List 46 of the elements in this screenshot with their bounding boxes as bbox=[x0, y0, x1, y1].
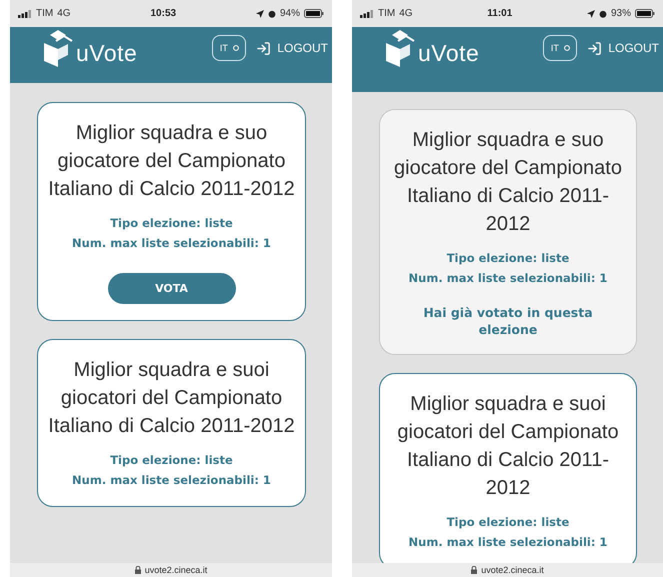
language-select[interactable]: IT bbox=[212, 35, 246, 61]
election-title: Miglior squadra e suoi giocatori del Campionato Italiano di Calcio 2011-2012 bbox=[48, 358, 295, 439]
signal-icon bbox=[360, 10, 374, 18]
logout-link[interactable]: LOGOUT bbox=[587, 40, 659, 56]
election-type: Tipo elezione: liste bbox=[446, 514, 570, 531]
election-title: Miglior squadra e suo giocatore del Campionato Italiano di Calcio 2011-2012 bbox=[393, 128, 623, 237]
ballot-box-icon bbox=[384, 29, 416, 67]
vote-button[interactable]: VOTA bbox=[108, 273, 236, 304]
signal-icon bbox=[18, 10, 32, 18]
carrier-text: TIM bbox=[36, 8, 54, 19]
alarm-icon bbox=[598, 10, 607, 18]
election-type: Tipo elezione: liste bbox=[446, 250, 570, 267]
max-lists-text: Num. max liste selezionabili: 1 bbox=[408, 270, 608, 287]
election-type: Tipo elezione: liste bbox=[110, 215, 233, 232]
alarm-icon bbox=[268, 10, 276, 18]
logout-icon bbox=[587, 40, 602, 56]
max-lists-text: Num. max liste selezionabili: 1 bbox=[408, 534, 608, 551]
location-arrow-icon bbox=[256, 10, 264, 18]
max-lists-text: Num. max liste selezionabili: 1 bbox=[72, 472, 271, 489]
clock-time: 10:53 bbox=[150, 8, 176, 19]
language-select[interactable]: IT bbox=[543, 35, 578, 61]
battery-icon bbox=[634, 9, 655, 18]
lock-icon bbox=[471, 566, 478, 574]
network-text: 4G bbox=[57, 8, 71, 19]
clock-time: 11:01 bbox=[487, 8, 512, 19]
battery-percent: 94% bbox=[280, 8, 300, 19]
logout-icon bbox=[256, 40, 272, 56]
url-text: uvote2.cineca.it bbox=[481, 565, 544, 575]
app-logo-text: uVote bbox=[76, 40, 138, 67]
lock-icon bbox=[134, 566, 141, 574]
network-text: 4G bbox=[399, 8, 413, 19]
up-down-caret-icon bbox=[564, 44, 570, 52]
battery-icon bbox=[304, 9, 324, 18]
url-text: uvote2.cineca.it bbox=[144, 565, 208, 575]
carrier-text: TIM bbox=[378, 8, 396, 19]
election-type: Tipo elezione: liste bbox=[110, 452, 233, 469]
app-logo-text: uVote bbox=[418, 40, 480, 67]
election-title: Miglior squadra e suoi giocatori del Campionato Italiano di Calcio 2011-2012 bbox=[396, 392, 620, 501]
logout-link[interactable]: LOGOUT bbox=[256, 40, 328, 56]
already-voted-message: Hai già votato in questa elezione bbox=[422, 304, 594, 338]
election-title: Miglior squadra e suo giocatore del Campionato Italiano di Calcio 2011-2012 bbox=[48, 121, 295, 202]
location-arrow-icon bbox=[586, 10, 595, 18]
max-lists-text: Num. max liste selezionabili: 1 bbox=[72, 235, 271, 252]
up-down-caret-icon bbox=[232, 44, 239, 52]
battery-percent: 93% bbox=[610, 8, 631, 19]
ballot-box-icon bbox=[42, 29, 74, 67]
